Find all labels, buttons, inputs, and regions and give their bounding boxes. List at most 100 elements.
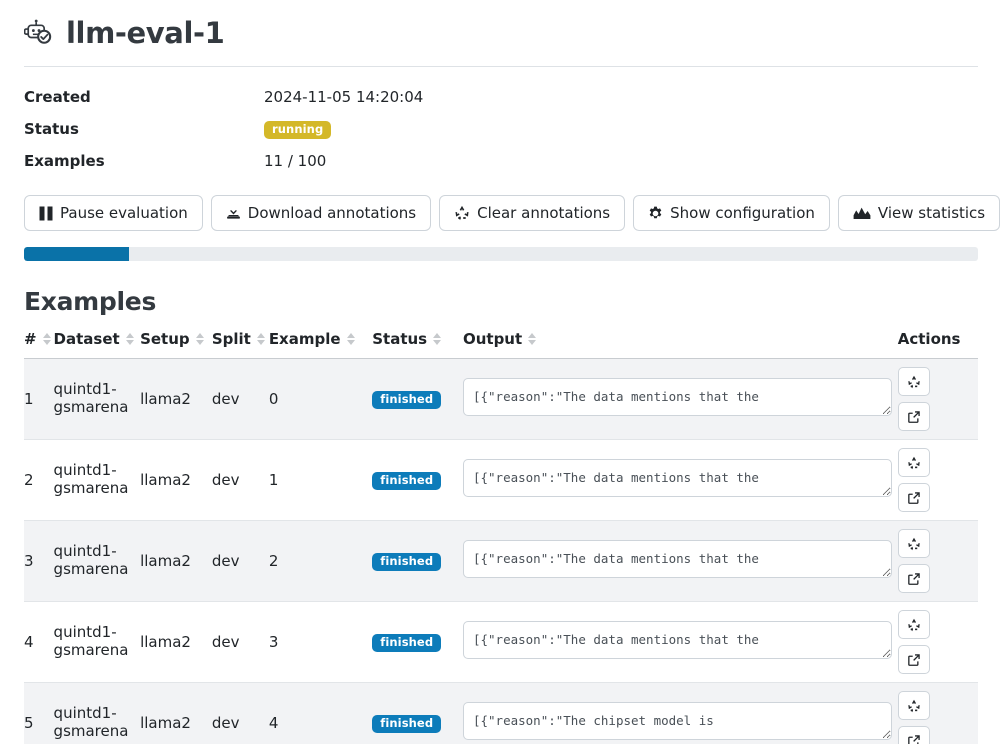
- pause-icon: [39, 206, 53, 221]
- sort-caret-icon[interactable]: [256, 333, 265, 345]
- output-textarea[interactable]: [462, 702, 892, 740]
- cell-index: 4: [24, 601, 54, 683]
- sort-caret-icon[interactable]: [195, 333, 204, 345]
- output-textarea[interactable]: [462, 621, 892, 659]
- run-metadata: Created 2024-11-05 14:20:04 Status runni…: [24, 81, 978, 177]
- output-textarea[interactable]: [462, 378, 892, 416]
- external-link-icon: [907, 410, 921, 424]
- cell-setup: llama2: [140, 358, 212, 440]
- created-label: Created: [24, 88, 91, 106]
- column-header-label: Output: [462, 330, 523, 348]
- cell-index: 5: [24, 682, 54, 744]
- open-example-button[interactable]: [897, 483, 930, 512]
- column-header-setup[interactable]: Setup: [140, 326, 212, 359]
- cell-setup: llama2: [140, 601, 212, 683]
- row-action-stack: [897, 448, 972, 512]
- clear-annotation-row-button[interactable]: [897, 367, 930, 396]
- cell-setup: llama2: [140, 520, 212, 602]
- cell-index: 1: [24, 358, 54, 440]
- cell-status: finished: [372, 601, 463, 683]
- recycle-icon: [907, 456, 921, 470]
- meta-row-status: Status running: [24, 113, 978, 145]
- examples-table-head: # Dataset Setup Split Example Status Output Act…: [24, 326, 978, 359]
- meta-row-created: Created 2024-11-05 14:20:04: [24, 81, 978, 113]
- cell-split: dev: [211, 682, 269, 744]
- cell-split: dev: [211, 358, 269, 440]
- external-link-icon: [907, 572, 921, 586]
- table-row[interactable]: 4 quintd1-gsmarena llama2 dev 3 finished: [24, 601, 978, 683]
- cell-dataset: quintd1-gsmarena: [53, 520, 141, 602]
- sort-caret-icon[interactable]: [528, 333, 537, 345]
- page-container: llm-eval-1 Created 2024-11-05 14:20:04 S…: [0, 0, 1002, 744]
- meta-row-examples: Examples 11 / 100: [24, 145, 978, 177]
- recycle-icon: [907, 699, 921, 713]
- clear-annotation-row-button[interactable]: [897, 610, 930, 639]
- output-textarea[interactable]: [462, 540, 892, 578]
- status-badge: finished: [372, 633, 442, 653]
- clear-annotation-row-button[interactable]: [897, 448, 930, 477]
- column-header-label: Setup: [140, 330, 190, 348]
- column-header-label: Status: [372, 330, 428, 348]
- status-badge: finished: [372, 714, 442, 734]
- column-header-dataset[interactable]: Dataset: [53, 326, 141, 359]
- cell-split: dev: [211, 439, 269, 521]
- area-chart-icon: [853, 206, 871, 220]
- column-header-status[interactable]: Status: [372, 326, 463, 359]
- sort-caret-icon[interactable]: [433, 333, 442, 345]
- cell-status: finished: [372, 682, 463, 744]
- sort-caret-icon[interactable]: [346, 333, 355, 345]
- examples-label: Examples: [24, 152, 105, 170]
- table-row[interactable]: 5 quintd1-gsmarena llama2 dev 4 finished: [24, 682, 978, 744]
- show-configuration-button[interactable]: Show configuration: [633, 195, 830, 231]
- table-row[interactable]: 3 quintd1-gsmarena llama2 dev 2 finished: [24, 520, 978, 602]
- cell-actions: [897, 520, 978, 602]
- column-header-[interactable]: #: [24, 326, 54, 359]
- cell-output: [462, 520, 898, 602]
- column-header-output[interactable]: Output: [462, 326, 898, 359]
- external-link-icon: [907, 734, 921, 744]
- cell-actions: [897, 439, 978, 521]
- table-row[interactable]: 2 quintd1-gsmarena llama2 dev 1 finished: [24, 439, 978, 521]
- clear-annotations-button[interactable]: Clear annotations: [439, 195, 626, 231]
- cell-output: [462, 601, 898, 683]
- column-header-example[interactable]: Example: [268, 326, 373, 359]
- view-statistics-button[interactable]: View statistics: [837, 195, 1001, 231]
- examples-table-body: 1quintd1-gsmarenallama2dev0finished2quin…: [24, 358, 978, 744]
- cell-status: finished: [372, 520, 463, 602]
- column-header-split[interactable]: Split: [211, 326, 269, 359]
- column-header-label: Dataset: [53, 330, 120, 348]
- pause-evaluation-button[interactable]: Pause evaluation: [24, 195, 203, 231]
- sort-caret-icon[interactable]: [42, 333, 51, 345]
- external-link-icon: [907, 491, 921, 505]
- open-example-button[interactable]: [897, 402, 930, 431]
- status-badge: running: [264, 120, 332, 140]
- cell-example: 4: [268, 682, 373, 744]
- row-action-stack: [897, 691, 972, 744]
- cell-index: 2: [24, 439, 54, 521]
- external-link-icon: [907, 653, 921, 667]
- cell-example: 2: [268, 520, 373, 602]
- status-badge: finished: [372, 471, 442, 491]
- column-header-label: #: [24, 330, 37, 348]
- sort-caret-icon[interactable]: [125, 333, 134, 345]
- open-example-button[interactable]: [897, 726, 930, 744]
- cell-dataset: quintd1-gsmarena: [53, 439, 141, 521]
- clear-annotation-row-button[interactable]: [897, 691, 930, 720]
- table-row[interactable]: 1 quintd1-gsmarena llama2 dev 0 finished: [24, 358, 978, 440]
- evaluation-progress-bar: [24, 247, 978, 261]
- created-value: 2024-11-05 14:20:04: [264, 88, 424, 106]
- cell-status: finished: [372, 358, 463, 440]
- output-textarea[interactable]: [462, 459, 892, 497]
- cell-actions: [897, 358, 978, 440]
- download-annotations-button[interactable]: Download annotations: [210, 195, 432, 231]
- open-example-button[interactable]: [897, 564, 930, 593]
- cell-setup: llama2: [140, 682, 212, 744]
- column-header-label: Split: [211, 330, 251, 348]
- cell-example: 3: [268, 601, 373, 683]
- cell-output: [462, 439, 898, 521]
- examples-table: # Dataset Setup Split Example Status Output Act…: [24, 326, 978, 744]
- toolbar: Pause evaluation Download annotations Cl…: [24, 195, 1001, 231]
- clear-annotation-row-button[interactable]: [897, 529, 930, 558]
- open-example-button[interactable]: [897, 645, 930, 674]
- cell-example: 0: [268, 358, 373, 440]
